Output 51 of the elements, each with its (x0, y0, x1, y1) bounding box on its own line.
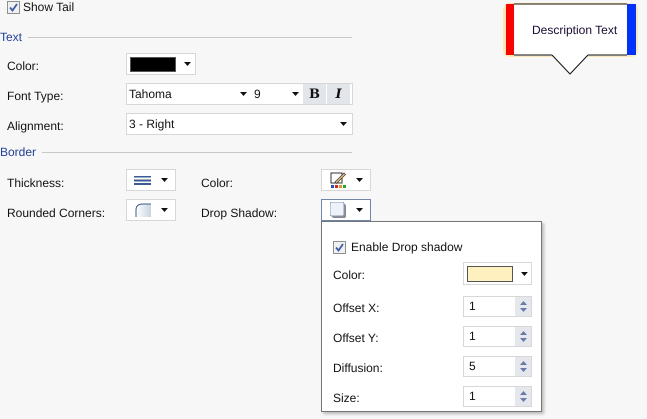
section-heading: Border (0, 146, 36, 158)
caret-icon (340, 122, 347, 126)
up-arrow-icon (520, 391, 526, 395)
rounded-corner-icon (134, 203, 150, 217)
callout-text: Description Text (532, 22, 618, 39)
field-label: Thickness: (7, 175, 64, 192)
color-dropdown[interactable] (126, 53, 196, 75)
spin-field[interactable]: 1 (463, 386, 532, 407)
field-label: Alignment: (7, 118, 64, 135)
field-label: Color: (333, 267, 366, 284)
checkmark-icon (9, 2, 18, 12)
down-arrow-icon (520, 368, 526, 372)
up-arrow-icon (520, 301, 526, 305)
field-label: Color: (201, 175, 234, 192)
border-color-dropdown[interactable] (321, 169, 371, 191)
thickness-dropdown[interactable] (126, 169, 176, 191)
field-label: Offset Y: (333, 330, 379, 347)
alignment-select[interactable]: 3 - Right (126, 113, 353, 135)
drop-shadow-dropdown[interactable] (321, 199, 371, 221)
shadow-square-icon (330, 202, 346, 218)
field-label: Font Type: (7, 88, 64, 105)
pencil-palette-icon (330, 172, 346, 188)
field-label: Offset X: (333, 300, 380, 317)
checkbox-label: Enable Drop shadow (351, 239, 462, 256)
section-heading: Text (0, 31, 22, 43)
checkbox[interactable] (7, 0, 20, 14)
field-label: Diffusion: (333, 360, 383, 377)
color-dropdown[interactable] (463, 262, 532, 285)
caret-icon (356, 178, 362, 182)
field-label: Color: (7, 58, 40, 75)
up-arrow-icon (520, 331, 526, 335)
down-arrow-icon (520, 308, 526, 312)
field-label: Size: (333, 390, 360, 407)
caret-icon (356, 208, 362, 212)
field-label: Rounded Corners: (7, 205, 106, 222)
down-arrow-icon (520, 338, 526, 342)
lines-icon (134, 176, 151, 184)
caret-icon (161, 178, 168, 182)
up-arrow-icon (520, 361, 526, 365)
caret-icon (184, 62, 191, 66)
rounded-corners-dropdown[interactable] (126, 199, 176, 221)
caret-icon (160, 208, 168, 212)
field-label: Drop Shadow: (201, 205, 278, 222)
spin-field[interactable]: 5 (463, 356, 532, 377)
checkmark-icon (335, 242, 344, 252)
spin-field[interactable]: 1 (463, 326, 532, 347)
down-arrow-icon (520, 398, 526, 402)
checkbox[interactable] (333, 240, 346, 254)
caret-icon (521, 272, 528, 276)
spin-field[interactable]: 1 (463, 296, 532, 317)
checkbox-label: Show Tail (23, 0, 74, 16)
